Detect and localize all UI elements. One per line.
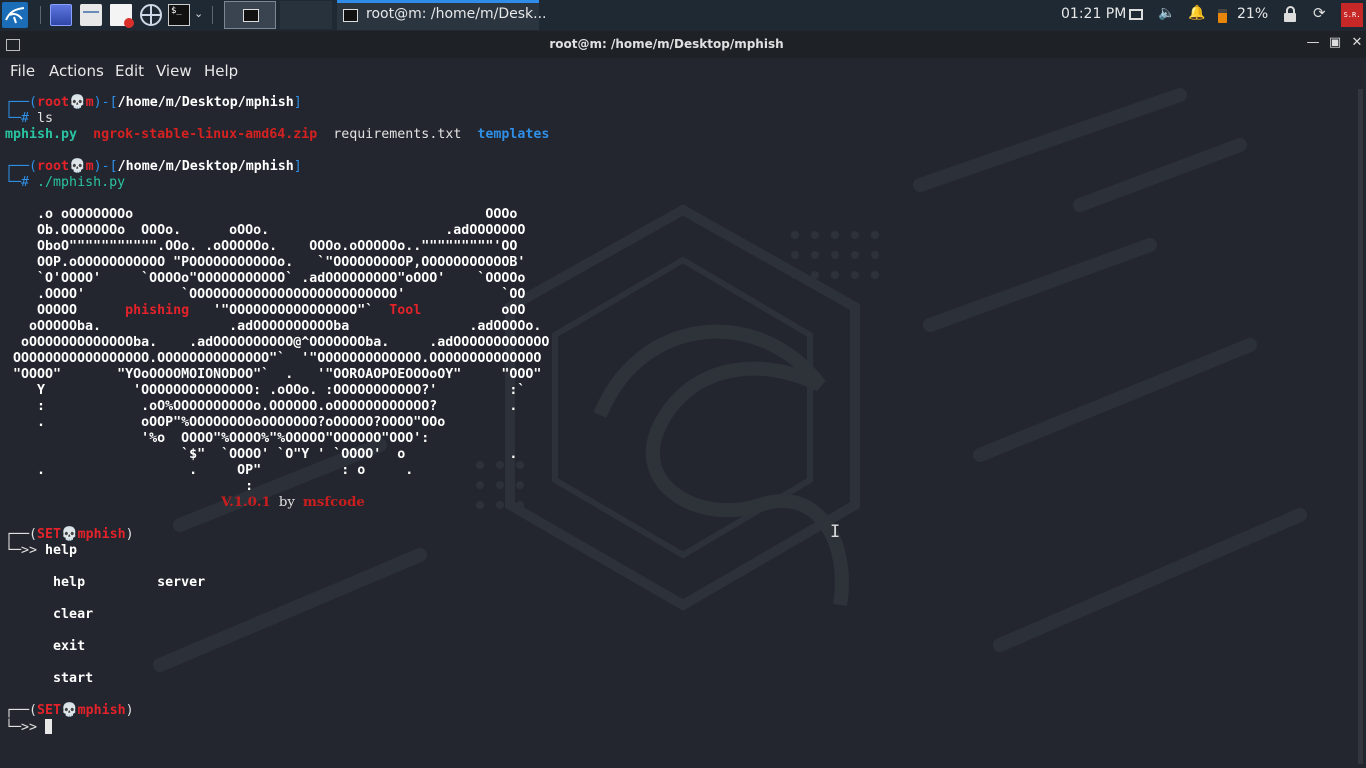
menu-file[interactable]: File [10,62,35,80]
terminal-area[interactable]: ┌──(root💀m)-[/home/m/Desktop/mphish] └─#… [0,85,1366,768]
user-badge[interactable]: S.R. [1341,3,1363,27]
menu-bar: File Actions Edit View Help [0,58,1366,85]
prompt-line: ┌──(root💀m)-[/home/m/Desktop/mphish] [5,95,302,110]
skull-icon: 💀 [61,703,78,718]
taskbar-window-button[interactable]: root@m: /home/m/Desk... [337,0,547,30]
logout-icon[interactable]: ⟳ [1313,4,1326,22]
battery-percent[interactable]: 21% [1237,6,1268,22]
command-line: └─# ls [5,111,54,126]
browser-icon[interactable] [140,4,162,26]
maximize-button[interactable]: ▣ [1327,35,1343,53]
display-icon[interactable] [1129,9,1143,20]
panel-separator [40,6,41,24]
terminal-icon[interactable]: $_ [168,4,190,26]
ascii-banner: .o oOOOOOOOo OOOo Ob.OOOOOOOo OOOo. oOOo… [5,207,550,494]
lock-icon[interactable] [1284,6,1296,22]
set-prompt: ┌──(SET💀mphish) [5,527,134,542]
input-line[interactable]: └─>> [5,719,53,735]
top-panel: $_ ⌄ root@m: /home/m/Desk... 01:21 PM 🔈 … [0,0,1366,30]
text-editor-icon[interactable] [110,4,134,28]
battery-icon[interactable] [1218,9,1227,23]
workspace-2[interactable] [280,1,332,29]
workspace-1[interactable] [224,1,276,29]
kali-menu-icon[interactable] [2,2,28,28]
command-line: └─# ./mphish.py [5,175,126,190]
set-prompt: ┌──(SET💀mphish) [5,703,134,718]
ibeam-cursor-icon: I [830,522,841,542]
terminal-thumb-icon [243,9,259,22]
skull-icon: 💀 [61,527,78,542]
skull-icon: 💀 [69,159,86,174]
taskbar-window-title: root@m: /home/m/Desk... [366,6,547,22]
window-title: root@m: /home/m/Desktop/mphish [549,37,784,51]
terminal-icon [343,9,358,22]
skull-icon: 💀 [69,95,86,110]
show-desktop-icon[interactable] [50,4,72,26]
window-titlebar[interactable]: root@m: /home/m/Desktop/mphish — ▣ ✕ [0,31,1366,58]
bell-icon[interactable]: 🔔 [1188,5,1205,21]
menu-actions[interactable]: Actions [49,62,104,80]
file-manager-icon[interactable] [80,4,102,26]
menu-edit[interactable]: Edit [115,62,144,80]
terminal-output[interactable]: ┌──(root💀m)-[/home/m/Desktop/mphish] └─#… [5,95,549,736]
terminal-scrollbar[interactable] [1358,89,1363,764]
close-button[interactable]: ✕ [1349,35,1365,53]
volume-icon[interactable]: 🔈 [1158,5,1175,21]
menu-view[interactable]: View [156,62,192,80]
prompt-line: ┌──(root💀m)-[/home/m/Desktop/mphish] [5,159,302,174]
text-cursor [45,719,53,734]
set-command-line: └─>> help [5,543,78,558]
menu-help[interactable]: Help [204,62,238,80]
panel-separator [212,6,213,24]
version-line: V.1.0.1 by msfcode [221,495,365,510]
clock[interactable]: 01:21 PM [1061,6,1126,22]
minimize-button[interactable]: — [1305,35,1321,53]
chevron-down-icon[interactable]: ⌄ [194,7,206,29]
ls-output: mphish.py ngrok-stable-linux-amd64.zip r… [5,127,550,142]
help-output: help server clear exit start [53,575,206,686]
